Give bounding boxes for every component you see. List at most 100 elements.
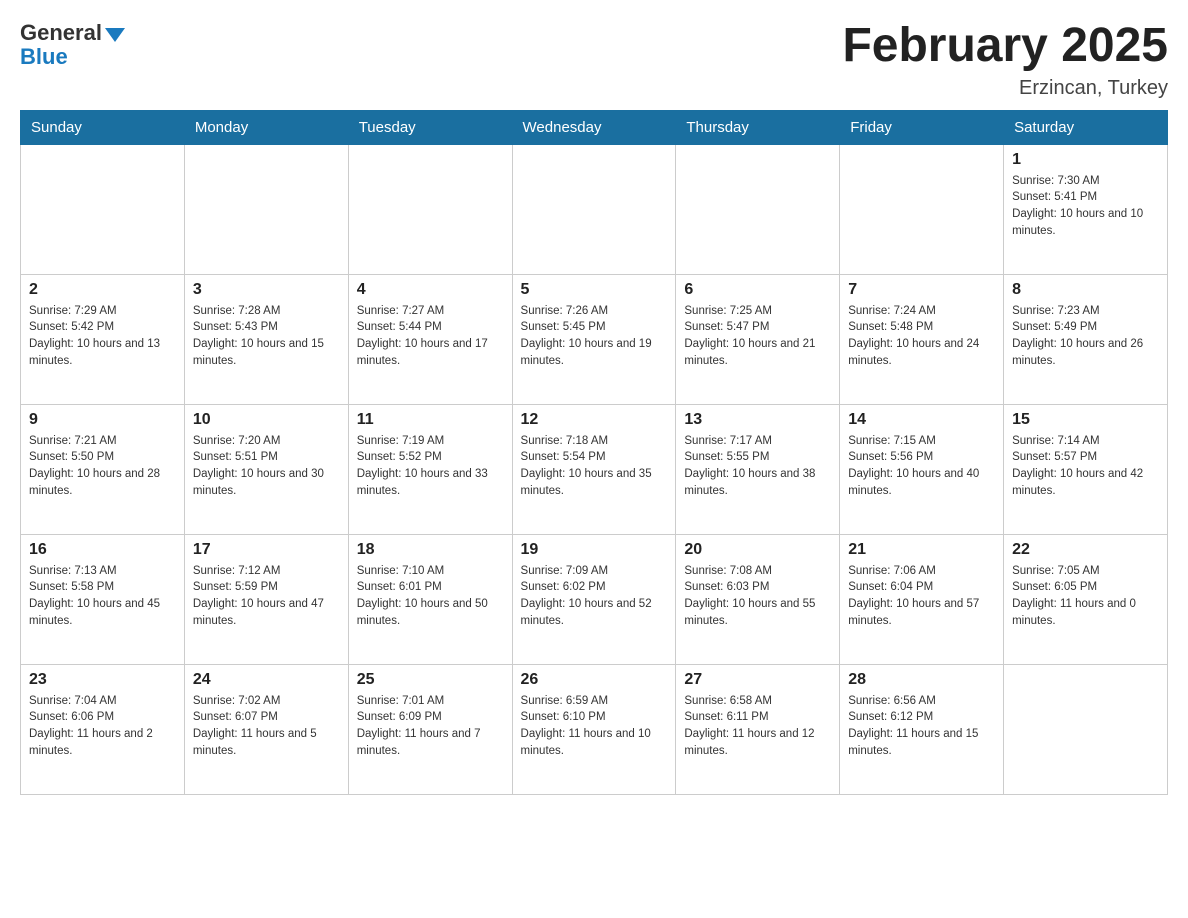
cell-week1-day4: 6 Sunrise: 7:25 AMSunset: 5:47 PMDaylight…	[676, 274, 840, 404]
week-row-2: 9Sunrise: 7:21 AMSunset: 5:50 PMDaylight…	[21, 404, 1168, 534]
cell-week3-day2: 18 Sunrise: 7:10 AMSunset: 6:01 PMDayligh…	[348, 534, 512, 664]
cell-week3-day5: 21 Sunrise: 7:06 AMSunset: 6:04 PMDayligh…	[840, 534, 1004, 664]
cell-week4-day5: 28Sunrise: 6:56 AMSunset: 6:12 PMDayligh…	[840, 664, 1004, 794]
day-number: 24	[193, 671, 340, 689]
logo-general-text: General	[20, 20, 102, 46]
day-number: 26	[521, 671, 668, 689]
day-info: Sunrise: 7:19 AMSunset: 5:52 PMDaylight:…	[357, 433, 504, 500]
cell-week0-day4	[676, 144, 840, 274]
cell-week0-day3	[512, 144, 676, 274]
day-number: 23	[29, 671, 176, 689]
day-number: 19	[521, 541, 668, 559]
day-info: Sunrise: 7:28 AMSunset: 5:43 PMDaylight:…	[193, 303, 340, 370]
day-info: Sunrise: 6:59 AMSunset: 6:10 PMDaylight:…	[521, 693, 668, 760]
cell-week1-day3: 5 Sunrise: 7:26 AMSunset: 5:45 PMDaylight…	[512, 274, 676, 404]
cell-week1-day0: 2Sunrise: 7:29 AMSunset: 5:42 PMDaylight…	[21, 274, 185, 404]
logo-arrow-icon	[105, 28, 125, 42]
cell-week4-day2: 25 Sunrise: 7:01 AMSunset: 6:09 PMDayligh…	[348, 664, 512, 794]
header-monday: Monday	[184, 110, 348, 144]
cell-week3-day3: 19 Sunrise: 7:09 AMSunset: 6:02 PMDayligh…	[512, 534, 676, 664]
day-info: Sunrise: 6:56 AMSunset: 6:12 PMDaylight:…	[848, 693, 995, 760]
cell-week0-day6: 1 Sunrise: 7:30 AMSunset: 5:41 PMDaylight…	[1004, 144, 1168, 274]
day-number: 17	[193, 541, 340, 559]
cell-week4-day4: 27 Sunrise: 6:58 AMSunset: 6:11 PMDayligh…	[676, 664, 840, 794]
day-number: 11	[357, 411, 504, 429]
day-info: Sunrise: 7:12 AMSunset: 5:59 PMDaylight:…	[193, 563, 340, 630]
logo: General Blue	[20, 20, 125, 70]
header-thursday: Thursday	[676, 110, 840, 144]
cell-week2-day4: 13 Sunrise: 7:17 AMSunset: 5:55 PMDayligh…	[676, 404, 840, 534]
day-number: 16	[29, 541, 176, 559]
cell-week3-day1: 17 Sunrise: 7:12 AMSunset: 5:59 PMDayligh…	[184, 534, 348, 664]
day-info: Sunrise: 7:01 AMSunset: 6:09 PMDaylight:…	[357, 693, 504, 760]
day-info: Sunrise: 7:15 AMSunset: 5:56 PMDaylight:…	[848, 433, 995, 500]
day-info: Sunrise: 7:04 AMSunset: 6:06 PMDaylight:…	[29, 693, 176, 760]
location: Erzincan, Turkey	[842, 77, 1168, 100]
day-info: Sunrise: 7:13 AMSunset: 5:58 PMDaylight:…	[29, 563, 176, 630]
day-info: Sunrise: 7:29 AMSunset: 5:42 PMDaylight:…	[29, 303, 176, 370]
day-number: 22	[1012, 541, 1159, 559]
day-info: Sunrise: 7:06 AMSunset: 6:04 PMDaylight:…	[848, 563, 995, 630]
day-info: Sunrise: 7:30 AMSunset: 5:41 PMDaylight:…	[1012, 173, 1159, 240]
cell-week2-day0: 9Sunrise: 7:21 AMSunset: 5:50 PMDaylight…	[21, 404, 185, 534]
header-tuesday: Tuesday	[348, 110, 512, 144]
month-title: February 2025	[842, 20, 1168, 73]
day-number: 6	[684, 281, 831, 299]
week-row-0: 1 Sunrise: 7:30 AMSunset: 5:41 PMDaylight…	[21, 144, 1168, 274]
cell-week4-day1: 24 Sunrise: 7:02 AMSunset: 6:07 PMDayligh…	[184, 664, 348, 794]
day-info: Sunrise: 7:25 AMSunset: 5:47 PMDaylight:…	[684, 303, 831, 370]
day-number: 21	[848, 541, 995, 559]
day-number: 4	[357, 281, 504, 299]
day-info: Sunrise: 6:58 AMSunset: 6:11 PMDaylight:…	[684, 693, 831, 760]
day-number: 3	[193, 281, 340, 299]
day-info: Sunrise: 7:27 AMSunset: 5:44 PMDaylight:…	[357, 303, 504, 370]
day-info: Sunrise: 7:17 AMSunset: 5:55 PMDaylight:…	[684, 433, 831, 500]
day-number: 27	[684, 671, 831, 689]
week-row-4: 23 Sunrise: 7:04 AMSunset: 6:06 PMDayligh…	[21, 664, 1168, 794]
cell-week4-day0: 23 Sunrise: 7:04 AMSunset: 6:06 PMDayligh…	[21, 664, 185, 794]
day-info: Sunrise: 7:09 AMSunset: 6:02 PMDaylight:…	[521, 563, 668, 630]
day-info: Sunrise: 7:08 AMSunset: 6:03 PMDaylight:…	[684, 563, 831, 630]
day-info: Sunrise: 7:02 AMSunset: 6:07 PMDaylight:…	[193, 693, 340, 760]
cell-week1-day1: 3 Sunrise: 7:28 AMSunset: 5:43 PMDaylight…	[184, 274, 348, 404]
cell-week3-day6: 22 Sunrise: 7:05 AMSunset: 6:05 PMDayligh…	[1004, 534, 1168, 664]
header-saturday: Saturday	[1004, 110, 1168, 144]
calendar: Sunday Monday Tuesday Wednesday Thursday…	[20, 110, 1168, 795]
day-number: 12	[521, 411, 668, 429]
day-number: 13	[684, 411, 831, 429]
day-number: 10	[193, 411, 340, 429]
title-block: February 2025 Erzincan, Turkey	[842, 20, 1168, 100]
day-info: Sunrise: 7:05 AMSunset: 6:05 PMDaylight:…	[1012, 563, 1159, 630]
day-info: Sunrise: 7:10 AMSunset: 6:01 PMDaylight:…	[357, 563, 504, 630]
day-number: 25	[357, 671, 504, 689]
logo-blue-text: Blue	[20, 44, 68, 70]
day-number: 18	[357, 541, 504, 559]
day-number: 20	[684, 541, 831, 559]
day-number: 9	[29, 411, 176, 429]
cell-week2-day5: 14 Sunrise: 7:15 AMSunset: 5:56 PMDayligh…	[840, 404, 1004, 534]
day-info: Sunrise: 7:26 AMSunset: 5:45 PMDaylight:…	[521, 303, 668, 370]
day-info: Sunrise: 7:24 AMSunset: 5:48 PMDaylight:…	[848, 303, 995, 370]
day-number: 5	[521, 281, 668, 299]
cell-week0-day1	[184, 144, 348, 274]
page-header: General Blue February 2025 Erzincan, Tur…	[20, 20, 1168, 100]
day-info: Sunrise: 7:14 AMSunset: 5:57 PMDaylight:…	[1012, 433, 1159, 500]
cell-week0-day2	[348, 144, 512, 274]
cell-week3-day4: 20 Sunrise: 7:08 AMSunset: 6:03 PMDayligh…	[676, 534, 840, 664]
header-wednesday: Wednesday	[512, 110, 676, 144]
logo-general: General	[20, 20, 125, 46]
day-info: Sunrise: 7:23 AMSunset: 5:49 PMDaylight:…	[1012, 303, 1159, 370]
cell-week4-day3: 26 Sunrise: 6:59 AMSunset: 6:10 PMDayligh…	[512, 664, 676, 794]
day-number: 8	[1012, 281, 1159, 299]
day-info: Sunrise: 7:20 AMSunset: 5:51 PMDaylight:…	[193, 433, 340, 500]
week-row-3: 16 Sunrise: 7:13 AMSunset: 5:58 PMDayligh…	[21, 534, 1168, 664]
cell-week0-day0	[21, 144, 185, 274]
day-number: 7	[848, 281, 995, 299]
cell-week4-day6	[1004, 664, 1168, 794]
cell-week1-day5: 7 Sunrise: 7:24 AMSunset: 5:48 PMDaylight…	[840, 274, 1004, 404]
day-number: 1	[1012, 151, 1159, 169]
day-number: 15	[1012, 411, 1159, 429]
day-number: 14	[848, 411, 995, 429]
header-sunday: Sunday	[21, 110, 185, 144]
day-info: Sunrise: 7:18 AMSunset: 5:54 PMDaylight:…	[521, 433, 668, 500]
